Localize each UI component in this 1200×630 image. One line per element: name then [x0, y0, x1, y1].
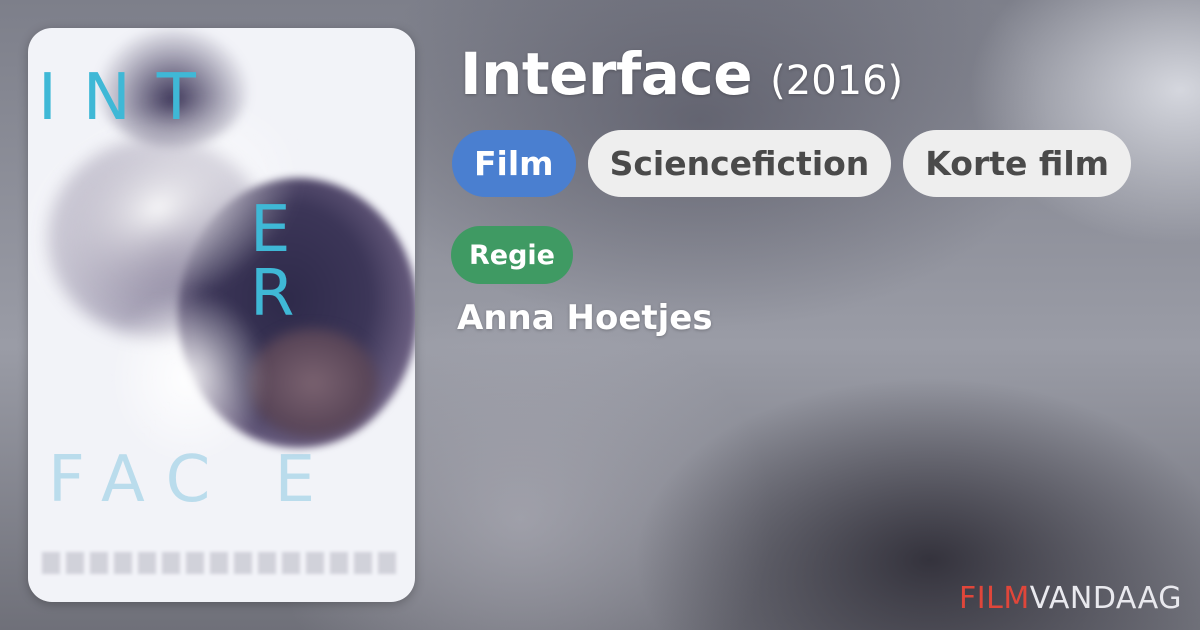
- movie-title: Interface: [460, 40, 753, 108]
- filmvandaag-logo[interactable]: FILMVANDAAG: [959, 581, 1182, 616]
- poster-title-row-2: E R: [250, 193, 343, 331]
- role-badge-regie: Regie: [451, 226, 573, 284]
- poster-title-row-1: INT: [38, 61, 222, 135]
- genre-tags: Film Sciencefiction Korte film: [452, 130, 1132, 197]
- brand-part-vandaag: VANDAAG: [1029, 581, 1182, 616]
- movie-year: (2016): [770, 58, 904, 104]
- poster-shape: [108, 288, 268, 468]
- poster-credits-block: [42, 552, 402, 574]
- director-name[interactable]: Anna Hoetjes: [457, 298, 713, 338]
- movie-poster[interactable]: INT E R FAC E: [28, 28, 415, 602]
- poster-title-row-3: FAC E: [48, 443, 338, 517]
- tag-sciencefiction[interactable]: Sciencefiction: [587, 130, 892, 197]
- tag-film[interactable]: Film: [452, 130, 576, 197]
- title-row: Interface (2016): [460, 40, 903, 108]
- brand-part-film: FILM: [959, 581, 1030, 616]
- tag-korte-film[interactable]: Korte film: [903, 130, 1132, 197]
